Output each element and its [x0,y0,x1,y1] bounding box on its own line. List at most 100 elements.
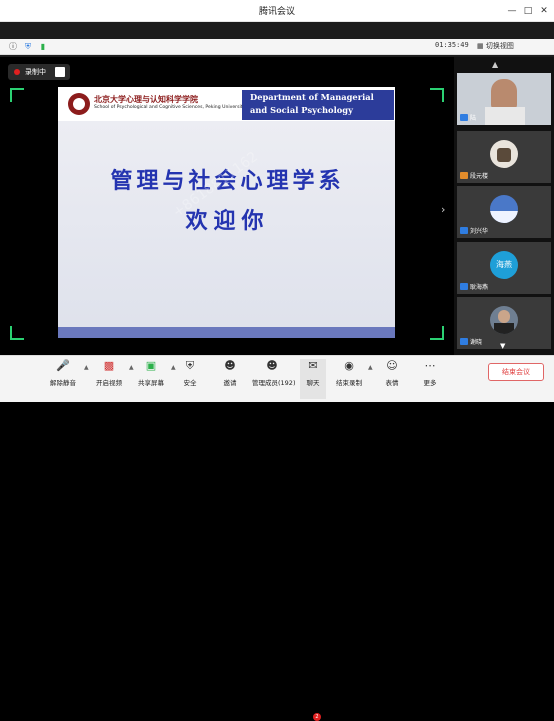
participant-name: 段元楼 [460,171,488,180]
chat-button[interactable]: ✉ 聊天 [300,359,326,399]
unmute-button[interactable]: 🎤 解除静音 [48,359,78,399]
participant-name: 刘兴华 [460,226,488,235]
mic-icon [460,172,468,179]
video-options-caret-icon[interactable]: ▲ [129,364,134,371]
members-icon: ☻ [266,359,278,372]
invite-button[interactable]: ☻ 邀请 [220,359,240,399]
participant-tile[interactable]: 段元楼 [457,131,551,183]
chevron-up-icon[interactable]: ▲ [492,60,498,69]
department-banner: Department of Managerial and Social Psyc… [242,90,394,120]
window-title: 腾讯会议 [258,7,295,17]
school-name-cn: 北京大学心理与认知科学学院 [94,95,198,104]
camera-off-icon: ▩ [103,359,115,372]
participant-name: 陆 [460,113,476,122]
more-button[interactable]: ⋯ 更多 [418,359,442,399]
manage-members-button[interactable]: ☻ 管理成员(192) [252,359,296,399]
meeting-timer: 01:35:49 [435,41,469,49]
title-bar: 腾讯会议 — □ ✕ [0,0,554,22]
end-meeting-button[interactable]: 结束会议 [488,363,544,381]
participant-tile[interactable]: 刘兴华 [457,186,551,238]
avatar-image [490,211,518,223]
avatar: 海燕 [490,251,518,279]
invite-label: 邀请 [223,379,237,387]
slide-subtitle: 欢迎你 [185,208,270,234]
mic-icon [460,283,468,290]
more-label: 更多 [423,379,437,387]
avatar [490,306,518,334]
frame-corner [10,88,24,102]
frame-corner [430,326,444,340]
participant-name: 耿海燕 [460,282,488,291]
share-screen-label: 共享屏幕 [138,379,164,387]
avatar-suit [494,323,514,334]
recording-indicator: 录制中 [8,64,70,80]
pku-logo [68,93,90,115]
meeting-window: 腾讯会议 — □ ✕ ⓘ ⛨ ▮ 01:35:49 ▦ 切换视图 录制中 北京大… [0,0,554,721]
security-label: 安全 [183,379,197,387]
start-video-label: 开启视频 [96,379,122,387]
mic-options-caret-icon[interactable]: ▲ [84,364,89,371]
participant-tile[interactable]: 谢晓 ▼ [457,297,551,350]
frame-corner [430,88,444,102]
participant-name-text: 谢晓 [470,339,483,346]
minimize-icon[interactable]: — [504,3,520,19]
bottom-toolbar: 🎤 解除静音 ▲ ▩ 开启视频 ▲ ▣ 共享屏幕 ▲ ⛨ 安全 ☻ 邀请 ☻ 管… [0,355,554,721]
participant-name-text: 陆 [470,115,477,122]
stop-recording-label: 结束录制 [336,379,362,387]
participant-video [491,79,517,109]
share-screen-button[interactable]: ▣ 共享屏幕 [136,359,166,399]
shield-icon[interactable]: ⛨ [23,42,33,52]
mic-icon [460,114,468,121]
info-icon[interactable]: ⓘ [8,42,18,52]
avatar-image [497,148,511,162]
frame-corner [10,326,24,340]
signal-icon: ▮ [40,42,46,51]
start-video-button[interactable]: ▩ 开启视频 [94,359,124,399]
recording-label: 录制中 [25,68,46,76]
reactions-button[interactable]: ☺ 表情 [380,359,404,399]
avatar-image [498,310,510,323]
record-icon: ◉ [344,359,354,372]
close-icon[interactable]: ✕ [536,3,552,19]
meeting-info-bar: ⓘ ⛨ ▮ 01:35:49 ▦ 切换视图 [0,39,554,55]
switch-view-label: 切换视图 [485,42,514,50]
smile-icon: ☺ [386,359,398,372]
chevron-down-icon[interactable]: ▼ [500,342,505,350]
participant-name-text: 刘兴华 [470,228,489,235]
participant-name: 谢晓 [460,337,482,346]
presentation-slide: 北京大学心理与认知科学学院 School of Psychological an… [58,87,395,338]
stop-recording-button[interactable]: ◉ 结束录制 [334,359,364,399]
participant-tile[interactable]: 陆 [457,73,551,125]
security-button[interactable]: ⛨ 安全 [180,359,200,399]
shield-icon: ⛨ [185,359,195,372]
chat-label: 聊天 [306,379,320,387]
add-user-icon: ☻ [224,359,236,372]
participant-name-text: 耿海燕 [470,284,489,291]
school-name-en: School of Psychological and Cognitive Sc… [94,105,246,110]
more-dots-icon: ⋯ [424,359,436,372]
recording-dot-icon [14,69,20,75]
avatar [490,140,518,168]
participant-shirt [485,107,525,125]
chat-unread-badge: 2 [313,713,321,721]
mic-off-icon: 🎤 [56,359,70,372]
switch-view-button[interactable]: ▦ 切换视图 [477,41,514,51]
slide-header: 北京大学心理与认知科学学院 School of Psychological an… [58,87,395,121]
chevron-right-icon[interactable]: › [441,203,445,216]
chat-icon: ✉ [308,359,318,372]
mic-icon [460,338,468,345]
share-options-caret-icon[interactable]: ▲ [171,364,176,371]
maximize-icon[interactable]: □ [520,3,536,19]
record-options-caret-icon[interactable]: ▲ [368,364,373,371]
mic-icon [460,227,468,234]
unmute-label: 解除静音 [50,379,76,387]
reactions-label: 表情 [385,379,399,387]
participant-tile[interactable]: 海燕 耿海燕 [457,242,551,294]
stop-recording-icon[interactable] [55,67,65,77]
participant-name-text: 段元楼 [470,173,489,180]
share-screen-icon: ▣ [145,359,157,372]
participant-panel: ▲ 陆 段元楼 刘兴华 海燕 耿海燕 谢晓 ▼ [454,57,554,355]
manage-members-label: 管理成员(192) [252,379,296,387]
slide-footer-bar [58,327,395,338]
avatar [490,195,518,223]
